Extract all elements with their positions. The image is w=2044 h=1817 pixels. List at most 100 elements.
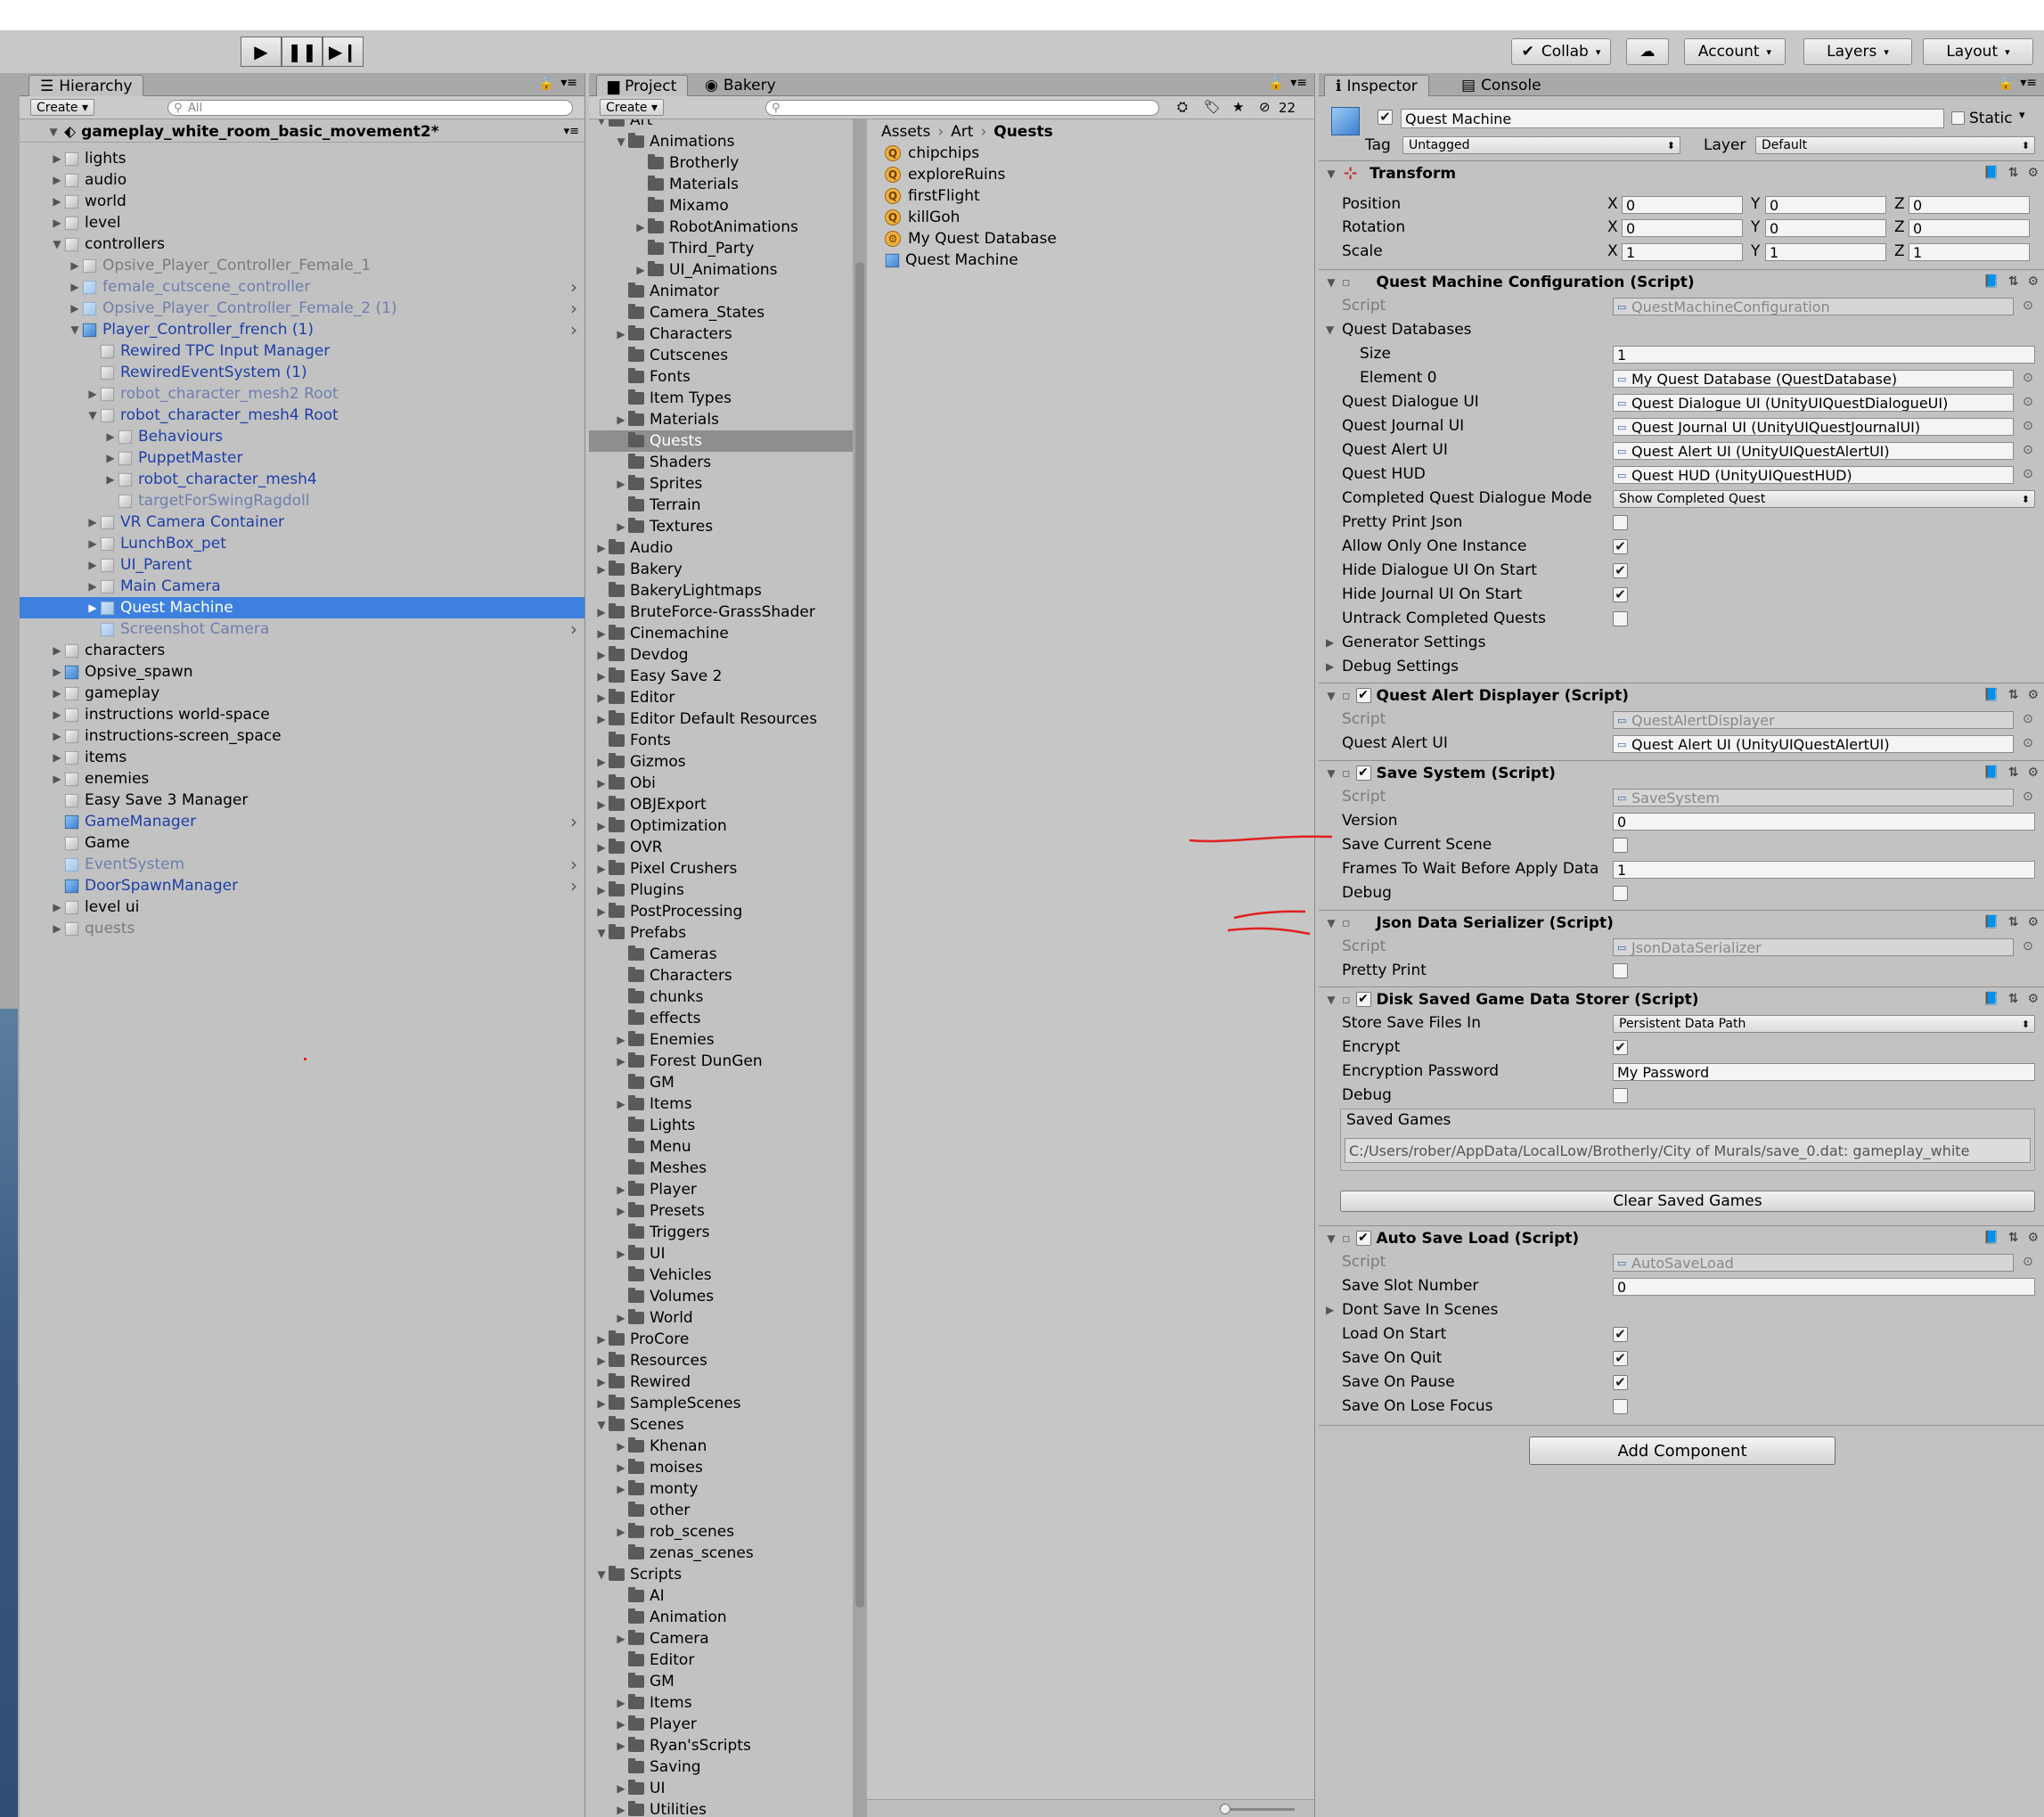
expand-arrow-icon[interactable]: ▶ bbox=[614, 1312, 628, 1324]
gear-icon[interactable]: ⚙ bbox=[2027, 765, 2039, 780]
preset-icon[interactable]: ⇅ bbox=[2008, 765, 2019, 780]
create-dropdown[interactable]: Create ▾ bbox=[30, 99, 95, 116]
quest-alert-ui-field[interactable]: ▭ Quest Alert UI (UnityUIQuestAlertUI) bbox=[1613, 442, 2014, 460]
object-picker-icon[interactable]: ⊙ bbox=[2023, 712, 2033, 726]
lock-icon[interactable]: 🔒 bbox=[539, 77, 554, 91]
expand-arrow-icon[interactable]: ▶ bbox=[614, 1718, 628, 1731]
component-enabled-checkbox[interactable]: ✔ bbox=[1355, 1231, 1371, 1246]
folder-tree-item[interactable]: ▶ Items bbox=[589, 1093, 853, 1115]
hierarchy-item[interactable]: ▶ instructions world-space bbox=[20, 704, 585, 725]
expand-arrow-icon[interactable]: ▶ bbox=[594, 692, 609, 704]
hierarchy-item[interactable]: ▶ PuppetMaster bbox=[20, 447, 585, 469]
expand-arrow-icon[interactable]: ▶ bbox=[594, 627, 609, 640]
gear-icon[interactable]: ⚙ bbox=[2027, 915, 2039, 929]
folder-tree-item[interactable]: ▶ UI_Animations bbox=[589, 259, 853, 281]
element0-field[interactable]: ▭ My Quest Database (QuestDatabase) bbox=[1613, 370, 2014, 388]
hierarchy-item[interactable]: ▼ Player_Controller_french (1) › bbox=[20, 319, 585, 340]
expand-arrow-icon[interactable]: ▶ bbox=[614, 478, 628, 490]
store-save-files-dropdown[interactable]: Persistent Data Path bbox=[1613, 1015, 2035, 1033]
foldout-arrow-icon[interactable]: ▼ bbox=[1324, 168, 1338, 180]
asset-item[interactable]: QexploreRuins bbox=[885, 164, 1005, 185]
folder-tree-item[interactable]: Shaders bbox=[589, 452, 853, 473]
size-input[interactable]: 1 bbox=[1613, 346, 2035, 364]
expand-arrow-icon[interactable]: ▶ bbox=[50, 195, 64, 208]
folder-tree-item[interactable]: zenas_scenes bbox=[589, 1543, 853, 1564]
folder-tree-item[interactable]: ▼ Scenes bbox=[589, 1414, 853, 1436]
add-component-button[interactable]: Add Component bbox=[1529, 1436, 1836, 1465]
debug-checkbox[interactable] bbox=[1613, 886, 1628, 901]
hierarchy-item[interactable]: ▶ enemies bbox=[20, 768, 585, 790]
pretty-print-checkbox[interactable] bbox=[1613, 963, 1628, 978]
folder-tree-item[interactable]: ▶ BruteForce-GrassShader bbox=[589, 602, 853, 623]
folder-tree-item[interactable]: ▶ Audio bbox=[589, 537, 853, 559]
hide-journal-ui-checkbox[interactable]: ✔ bbox=[1613, 587, 1628, 602]
scene-view-edge[interactable] bbox=[0, 73, 20, 1817]
tab-bakery[interactable]: ◉ Bakery bbox=[694, 75, 787, 96]
chevron-right-icon[interactable]: › bbox=[570, 618, 577, 640]
folder-tree-item[interactable]: ▶ Plugins bbox=[589, 880, 853, 901]
gear-icon[interactable]: ⚙ bbox=[2027, 688, 2039, 702]
expand-arrow-icon[interactable]: ▼ bbox=[594, 119, 609, 127]
step-button[interactable]: ▶❙ bbox=[323, 37, 364, 67]
rotation-z-input[interactable]: 0 bbox=[1909, 219, 2030, 237]
component-enabled-checkbox[interactable]: ✔ bbox=[1355, 688, 1371, 703]
save-on-lose-focus-checkbox[interactable] bbox=[1613, 1399, 1628, 1414]
preset-icon[interactable]: ⇅ bbox=[2008, 1231, 2019, 1245]
foldout-arrow-icon[interactable]: ▼ bbox=[1326, 323, 1334, 336]
folder-tree-item[interactable]: Fonts bbox=[589, 366, 853, 388]
position-z-input[interactable]: 0 bbox=[1909, 196, 2030, 214]
object-picker-icon[interactable]: ⊙ bbox=[2023, 1255, 2033, 1269]
expand-arrow-icon[interactable]: ▼ bbox=[86, 409, 100, 422]
zoom-slider-handle[interactable] bbox=[1220, 1804, 1230, 1814]
encrypt-checkbox[interactable]: ✔ bbox=[1613, 1040, 1628, 1055]
quest-dialogue-ui-field[interactable]: ▭ Quest Dialogue UI (UnityUIQuestDialogue… bbox=[1613, 394, 2014, 412]
expand-arrow-icon[interactable]: ▶ bbox=[614, 1248, 628, 1260]
folder-tree-item[interactable]: ▶ Sprites bbox=[589, 473, 853, 495]
tab-inspector[interactable]: ℹ Inspector bbox=[1324, 75, 1429, 96]
folder-tree-item[interactable]: ▶ Pixel Crushers bbox=[589, 858, 853, 880]
version-input[interactable]: 0 bbox=[1613, 813, 2035, 831]
object-picker-icon[interactable]: ⊙ bbox=[2023, 736, 2033, 750]
folder-tree-item[interactable]: ▶ monty bbox=[589, 1478, 853, 1500]
foldout-arrow-icon[interactable]: ▶ bbox=[1326, 1304, 1334, 1316]
account-button[interactable]: Account ▾ bbox=[1684, 38, 1786, 65]
expand-arrow-icon[interactable]: ▶ bbox=[50, 751, 64, 764]
panel-menu-icon[interactable]: ▾≡ bbox=[1290, 76, 1307, 90]
zoom-slider[interactable] bbox=[1223, 1808, 1295, 1811]
hierarchy-item[interactable]: Game bbox=[20, 832, 585, 854]
quest-hud-field[interactable]: ▭ Quest HUD (UnityUIQuestHUD) bbox=[1613, 466, 2014, 484]
scene-header[interactable]: ▼ ⬖ gameplay_white_room_basic_movement2*… bbox=[20, 121, 585, 143]
foldout-arrow-icon[interactable]: ▼ bbox=[1324, 690, 1338, 702]
hierarchy-item[interactable]: Screenshot Camera › bbox=[20, 618, 585, 640]
expand-arrow-icon[interactable]: ▶ bbox=[594, 884, 609, 896]
expand-arrow-icon[interactable]: ▶ bbox=[594, 863, 609, 875]
object-picker-icon[interactable]: ⊙ bbox=[2023, 419, 2033, 433]
rotation-y-input[interactable]: 0 bbox=[1765, 219, 1886, 237]
expand-arrow-icon[interactable]: ▶ bbox=[50, 901, 64, 913]
folder-tree-item[interactable]: ▶ UI bbox=[589, 1243, 853, 1265]
chevron-right-icon[interactable]: › bbox=[570, 811, 577, 832]
hierarchy-item[interactable]: ▶ robot_character_mesh4 bbox=[20, 469, 585, 490]
folder-tree-item[interactable]: effects bbox=[589, 1008, 853, 1029]
expand-arrow-icon[interactable]: ▼ bbox=[50, 238, 64, 250]
hierarchy-item[interactable]: ▶ Main Camera bbox=[20, 576, 585, 597]
folder-tree-item[interactable]: GM bbox=[589, 1671, 853, 1692]
gear-icon[interactable]: ⚙ bbox=[2027, 992, 2039, 1006]
panel-menu-icon[interactable]: ▾≡ bbox=[2020, 76, 2037, 90]
auto-save-load-header[interactable]: ▼ ▫ ✔ Auto Save Load (Script) 📘 ⇅ ⚙ bbox=[1319, 1225, 2044, 1250]
expand-arrow-icon[interactable]: ▶ bbox=[103, 473, 118, 486]
clear-saved-games-button[interactable]: Clear Saved Games bbox=[1340, 1191, 2035, 1212]
folder-tree-item[interactable]: ▶ Optimization bbox=[589, 815, 853, 837]
folder-tree-item[interactable]: Lights bbox=[589, 1115, 853, 1136]
help-book-icon[interactable]: 📘 bbox=[1983, 274, 1999, 289]
project-search-input[interactable]: ⚲ bbox=[765, 100, 1159, 116]
folder-tree-item[interactable]: Triggers bbox=[589, 1222, 853, 1243]
lock-icon[interactable]: 🔒 bbox=[1999, 77, 2014, 91]
rotation-x-input[interactable]: 0 bbox=[1622, 219, 1743, 237]
expand-arrow-icon[interactable]: ▶ bbox=[614, 1697, 628, 1709]
static-dropdown-arrow-icon[interactable]: ▾ bbox=[2019, 109, 2025, 122]
folder-tree-item[interactable]: ▶ OBJExport bbox=[589, 794, 853, 815]
pause-button[interactable]: ❚❚ bbox=[282, 37, 323, 67]
foldout-arrow-icon[interactable]: ▶ bbox=[1326, 660, 1334, 673]
folder-tree-item[interactable]: other bbox=[589, 1500, 853, 1521]
